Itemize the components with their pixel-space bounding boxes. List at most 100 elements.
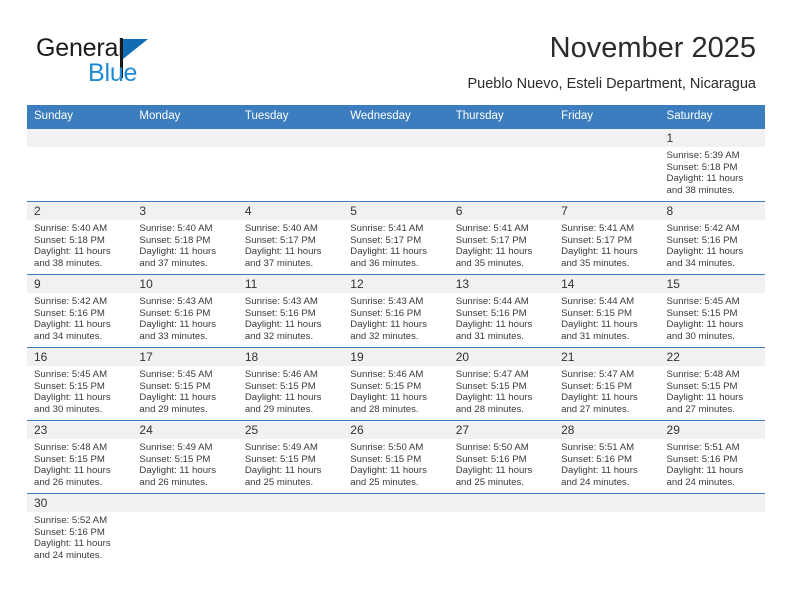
day-number: 5 (343, 202, 449, 220)
calendar-day-cell[interactable]: 26 Sunrise: 5:50 AM Sunset: 5:15 PM Dayligh… (343, 420, 449, 494)
day-number: 25 (237, 421, 344, 439)
calendar-day-cell[interactable]: 6 Sunrise: 5:41 AM Sunset: 5:17 PM Daylight… (448, 201, 555, 275)
sunset-text: Sunset: 5:17 PM (455, 234, 527, 246)
day-number: 30 (27, 494, 133, 512)
day-number: 7 (554, 202, 660, 220)
calendar-day-cell[interactable]: 10 Sunrise: 5:43 AM Sunset: 5:16 PM Dayligh… (132, 274, 238, 348)
daylight-text-line2: and 24 minutes. (34, 549, 103, 561)
calendar-week-row: 23 Sunrise: 5:48 AM Sunset: 5:15 PM Dayligh… (27, 420, 765, 494)
day-sun-info: Sunrise: 5:40 AM Sunset: 5:18 PM Daylight:… (27, 220, 132, 269)
calendar-grid: Sunday Monday Tuesday Wednesday Thursday… (27, 105, 765, 566)
sunrise-text: Sunrise: 5:51 AM (561, 442, 635, 453)
calendar-day-cell[interactable]: 29 Sunrise: 5:51 AM Sunset: 5:16 PM Dayligh… (659, 420, 765, 494)
logo-flag-icon (123, 39, 148, 59)
day-sun-info: Sunrise: 5:42 AM Sunset: 5:16 PM Daylight:… (27, 293, 132, 342)
day-number (237, 494, 344, 512)
day-number: 8 (659, 202, 765, 220)
daylight-text-line2: and 36 minutes. (350, 257, 419, 269)
calendar-day-cell[interactable]: 7 Sunrise: 5:41 AM Sunset: 5:17 PM Daylight… (554, 201, 660, 275)
day-sun-info: Sunrise: 5:43 AM Sunset: 5:16 PM Daylight:… (343, 293, 448, 342)
day-number: 6 (448, 202, 555, 220)
day-number: 27 (448, 421, 555, 439)
daylight-text-line2: and 37 minutes. (244, 257, 314, 269)
calendar-day-cell[interactable]: 15 Sunrise: 5:45 AM Sunset: 5:15 PM Dayligh… (659, 274, 765, 348)
sunrise-text: Sunrise: 5:45 AM (666, 296, 740, 307)
daylight-text-line2: and 26 minutes. (139, 476, 208, 488)
sunset-text: Sunset: 5:15 PM (666, 380, 738, 392)
day-sun-info: Sunrise: 5:51 AM Sunset: 5:16 PM Daylight:… (660, 439, 765, 488)
calendar-day-cell[interactable]: 16 Sunrise: 5:45 AM Sunset: 5:15 PM Dayligh… (27, 347, 133, 421)
daylight-text-line1: Daylight: 11 hours (34, 465, 111, 477)
general-blue-logo[interactable]: General Blue (36, 36, 216, 94)
day-sun-info: Sunrise: 5:48 AM Sunset: 5:15 PM Daylight:… (660, 366, 765, 415)
daylight-text-line2: and 27 minutes. (666, 403, 735, 415)
calendar-day-cell[interactable]: 8 Sunrise: 5:42 AM Sunset: 5:16 PM Daylight… (659, 201, 765, 275)
calendar-day-cell[interactable]: 25 Sunrise: 5:49 AM Sunset: 5:15 PM Dayligh… (237, 420, 344, 494)
calendar-day-cell[interactable]: 28 Sunrise: 5:51 AM Sunset: 5:16 PM Dayligh… (554, 420, 660, 494)
calendar-day-cell[interactable]: 23 Sunrise: 5:48 AM Sunset: 5:15 PM Dayligh… (27, 420, 133, 494)
calendar-day-cell[interactable]: 1 Sunrise: 5:39 AM Sunset: 5:18 PM Daylight… (659, 128, 765, 202)
calendar-day-cell[interactable]: 22 Sunrise: 5:48 AM Sunset: 5:15 PM Dayligh… (659, 347, 765, 421)
calendar-page: General Blue November 2025 Pueblo Nuevo,… (0, 0, 792, 612)
day-number: 13 (448, 275, 555, 293)
sunrise-text: Sunrise: 5:47 AM (455, 369, 529, 380)
calendar-day-cell[interactable]: 5 Sunrise: 5:41 AM Sunset: 5:17 PM Daylight… (343, 201, 449, 275)
day-sun-info: Sunrise: 5:45 AM Sunset: 5:15 PM Daylight:… (660, 293, 765, 342)
calendar-day-cell[interactable]: 11 Sunrise: 5:43 AM Sunset: 5:16 PM Dayligh… (237, 274, 344, 348)
sunset-text: Sunset: 5:18 PM (139, 234, 211, 246)
daylight-text-line1: Daylight: 11 hours (139, 392, 217, 404)
daylight-text-line2: and 26 minutes. (34, 476, 103, 488)
calendar-day-cell[interactable]: 27 Sunrise: 5:50 AM Sunset: 5:16 PM Dayligh… (448, 420, 555, 494)
daylight-text-line2: and 33 minutes. (139, 330, 208, 342)
day-number: 1 (659, 129, 765, 147)
calendar-day-cell[interactable]: 3 Sunrise: 5:40 AM Sunset: 5:18 PM Daylight… (132, 201, 238, 275)
sunrise-text: Sunrise: 5:44 AM (455, 296, 529, 307)
day-number: 18 (237, 348, 344, 366)
daylight-text-line2: and 34 minutes. (666, 257, 735, 269)
calendar-day-cell[interactable]: 2 Sunrise: 5:40 AM Sunset: 5:18 PM Daylight… (27, 201, 133, 275)
sunset-text: Sunset: 5:15 PM (34, 380, 105, 392)
calendar-day-cell[interactable]: 17 Sunrise: 5:45 AM Sunset: 5:15 PM Dayligh… (132, 347, 238, 421)
day-sun-info: Sunrise: 5:40 AM Sunset: 5:18 PM Daylight:… (132, 220, 237, 269)
daylight-text-line1: Daylight: 11 hours (666, 246, 744, 258)
calendar-day-cell[interactable]: 14 Sunrise: 5:44 AM Sunset: 5:15 PM Dayligh… (554, 274, 660, 348)
daylight-text-line1: Daylight: 11 hours (561, 319, 638, 331)
day-number: 26 (343, 421, 449, 439)
page-subtitle: Pueblo Nuevo, Esteli Department, Nicarag… (467, 76, 756, 92)
daylight-text-line2: and 28 minutes. (350, 403, 419, 415)
calendar-day-cell[interactable]: 9 Sunrise: 5:42 AM Sunset: 5:16 PM Daylight… (27, 274, 133, 348)
day-sun-info: Sunrise: 5:41 AM Sunset: 5:17 PM Daylight:… (343, 220, 448, 269)
sunrise-text: Sunrise: 5:40 AM (139, 223, 213, 234)
calendar-day-cell[interactable]: 30 Sunrise: 5:52 AM Sunset: 5:16 PM Dayligh… (27, 493, 133, 566)
sunset-text: Sunset: 5:17 PM (244, 234, 316, 246)
calendar-header-row: Sunday Monday Tuesday Wednesday Thursday… (27, 105, 765, 129)
calendar-day-cell[interactable]: 12 Sunrise: 5:43 AM Sunset: 5:16 PM Dayligh… (343, 274, 449, 348)
daylight-text-line2: and 25 minutes. (244, 476, 314, 488)
sunrise-text: Sunrise: 5:48 AM (666, 369, 740, 380)
daylight-text-line1: Daylight: 11 hours (455, 392, 533, 404)
calendar-day-cell[interactable]: 18 Sunrise: 5:46 AM Sunset: 5:15 PM Dayligh… (237, 347, 344, 421)
day-number (343, 494, 449, 512)
daylight-text-line1: Daylight: 11 hours (244, 392, 322, 404)
daylight-text-line1: Daylight: 11 hours (350, 465, 427, 477)
calendar-day-cell[interactable]: 13 Sunrise: 5:44 AM Sunset: 5:16 PM Dayligh… (448, 274, 555, 348)
calendar-day-cell[interactable]: 21 Sunrise: 5:47 AM Sunset: 5:15 PM Dayligh… (554, 347, 660, 421)
calendar-day-cell-empty (448, 493, 555, 566)
sunrise-text: Sunrise: 5:44 AM (561, 296, 635, 307)
day-sun-info: Sunrise: 5:46 AM Sunset: 5:15 PM Daylight:… (343, 366, 448, 415)
day-number (659, 494, 765, 512)
daylight-text-line2: and 29 minutes. (244, 403, 314, 415)
calendar-day-cell[interactable]: 20 Sunrise: 5:47 AM Sunset: 5:15 PM Dayligh… (448, 347, 555, 421)
day-number (554, 494, 660, 512)
daylight-text-line1: Daylight: 11 hours (350, 246, 427, 258)
calendar-day-cell[interactable]: 24 Sunrise: 5:49 AM Sunset: 5:15 PM Dayligh… (132, 420, 238, 494)
day-sun-info: Sunrise: 5:41 AM Sunset: 5:17 PM Daylight:… (554, 220, 659, 269)
daylight-text-line2: and 34 minutes. (34, 330, 103, 342)
day-sun-info: Sunrise: 5:48 AM Sunset: 5:15 PM Daylight:… (27, 439, 132, 488)
calendar-day-cell[interactable]: 4 Sunrise: 5:40 AM Sunset: 5:17 PM Daylight… (237, 201, 344, 275)
calendar-day-cell-empty (132, 493, 238, 566)
daylight-text-line2: and 25 minutes. (350, 476, 419, 488)
calendar-week-row: 9 Sunrise: 5:42 AM Sunset: 5:16 PM Daylight… (27, 274, 765, 348)
day-sun-info: Sunrise: 5:45 AM Sunset: 5:15 PM Daylight:… (27, 366, 132, 415)
calendar-day-cell[interactable]: 19 Sunrise: 5:46 AM Sunset: 5:15 PM Dayligh… (343, 347, 449, 421)
